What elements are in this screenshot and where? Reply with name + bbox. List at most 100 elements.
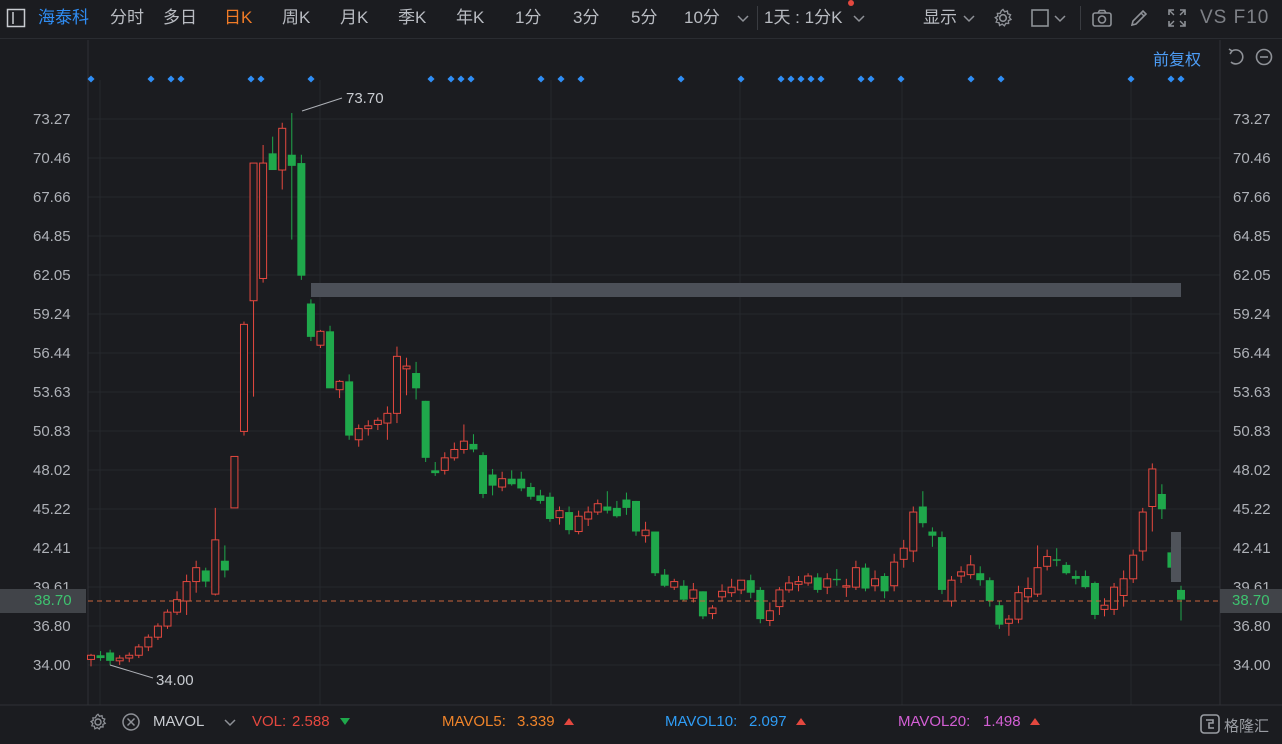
- event-marker[interactable]: [787, 75, 795, 83]
- event-marker[interactable]: [247, 75, 255, 83]
- candle[interactable]: [354, 424, 363, 447]
- candle[interactable]: [947, 576, 956, 607]
- candle[interactable]: [1024, 577, 1033, 603]
- chevron-down-icon[interactable]: [222, 715, 238, 731]
- candle[interactable]: [1062, 562, 1071, 575]
- event-marker[interactable]: [1177, 75, 1185, 83]
- candle[interactable]: [794, 576, 803, 592]
- event-marker[interactable]: [797, 75, 805, 83]
- candle[interactable]: [1033, 545, 1042, 597]
- candle[interactable]: [909, 506, 918, 563]
- candle[interactable]: [459, 424, 468, 454]
- candle[interactable]: [115, 655, 124, 665]
- candle[interactable]: [392, 346, 401, 424]
- candle[interactable]: [918, 491, 927, 528]
- candle[interactable]: [383, 406, 392, 440]
- candle[interactable]: [106, 649, 115, 665]
- candle[interactable]: [297, 154, 306, 280]
- candle[interactable]: [851, 560, 860, 590]
- resistance-band[interactable]: [311, 283, 1181, 297]
- event-marker[interactable]: [997, 75, 1005, 83]
- candle[interactable]: [957, 566, 966, 583]
- candle[interactable]: [1081, 570, 1090, 589]
- candle[interactable]: [249, 162, 258, 397]
- candle[interactable]: [698, 591, 707, 620]
- candle[interactable]: [421, 400, 430, 463]
- candle[interactable]: [373, 417, 382, 431]
- event-marker[interactable]: [897, 75, 905, 83]
- candle[interactable]: [842, 578, 851, 597]
- candle[interactable]: [259, 145, 268, 283]
- candle[interactable]: [861, 563, 870, 592]
- event-marker[interactable]: [537, 75, 545, 83]
- candle[interactable]: [479, 452, 488, 499]
- event-marker[interactable]: [467, 75, 475, 83]
- event-marker[interactable]: [147, 75, 155, 83]
- candle[interactable]: [565, 506, 574, 535]
- candle[interactable]: [1090, 581, 1099, 620]
- candle[interactable]: [507, 470, 516, 486]
- candle[interactable]: [517, 471, 526, 492]
- candle[interactable]: [823, 573, 832, 595]
- candle[interactable]: [708, 605, 717, 620]
- adjust-mode-button[interactable]: 前复权: [1153, 46, 1201, 70]
- event-marker[interactable]: [87, 75, 95, 83]
- candle[interactable]: [612, 500, 621, 518]
- candle[interactable]: [928, 527, 937, 547]
- event-marker[interactable]: [257, 75, 265, 83]
- candle[interactable]: [96, 651, 105, 661]
- candle[interactable]: [679, 580, 688, 602]
- candle[interactable]: [201, 567, 210, 588]
- candle[interactable]: [832, 569, 841, 586]
- candle[interactable]: [1177, 585, 1185, 621]
- candle[interactable]: [412, 361, 421, 400]
- candle[interactable]: [345, 374, 354, 440]
- candle[interactable]: [1110, 582, 1119, 615]
- candle[interactable]: [268, 136, 277, 171]
- candle[interactable]: [641, 521, 650, 543]
- kline-chart[interactable]: 73.27 70.46 67.66 64.85 62.05 59.24 56.44 53.63…: [0, 0, 1282, 744]
- candle[interactable]: [1148, 463, 1157, 532]
- candle[interactable]: [545, 492, 554, 522]
- candle[interactable]: [871, 570, 880, 592]
- candle[interactable]: [804, 573, 813, 586]
- candle[interactable]: [976, 566, 985, 586]
- candle[interactable]: [880, 573, 889, 599]
- candle[interactable]: [746, 574, 755, 599]
- candle[interactable]: [1043, 549, 1052, 571]
- candle[interactable]: [670, 578, 679, 590]
- candle[interactable]: [364, 420, 373, 436]
- candle[interactable]: [1004, 614, 1013, 636]
- candle[interactable]: [134, 644, 143, 659]
- event-marker[interactable]: [427, 75, 435, 83]
- candle[interactable]: [182, 574, 191, 615]
- candle[interactable]: [660, 569, 669, 588]
- candle[interactable]: [239, 321, 248, 436]
- event-marker[interactable]: [857, 75, 865, 83]
- candle[interactable]: [440, 452, 449, 475]
- candle[interactable]: [574, 510, 583, 535]
- candle[interactable]: [144, 634, 153, 652]
- event-marker[interactable]: [177, 75, 185, 83]
- event-marker[interactable]: [817, 75, 825, 83]
- candle[interactable]: [603, 491, 612, 514]
- candle[interactable]: [784, 576, 793, 593]
- candle[interactable]: [125, 652, 134, 663]
- candle[interactable]: [450, 442, 459, 461]
- minus-circle-icon[interactable]: [1254, 47, 1274, 67]
- event-marker[interactable]: [677, 75, 685, 83]
- candle[interactable]: [335, 379, 344, 399]
- close-icon[interactable]: [121, 712, 141, 732]
- indicator-name[interactable]: MAVOL: [153, 713, 204, 730]
- candle[interactable]: [306, 299, 315, 342]
- candle[interactable]: [498, 471, 507, 492]
- undo-icon[interactable]: [1226, 47, 1246, 67]
- candle[interactable]: [431, 462, 440, 476]
- candle[interactable]: [163, 609, 172, 629]
- candle[interactable]: [153, 623, 162, 640]
- candle[interactable]: [689, 582, 698, 603]
- event-marker[interactable]: [737, 75, 745, 83]
- candle[interactable]: [899, 539, 908, 568]
- candle[interactable]: [1052, 548, 1061, 567]
- candle[interactable]: [1014, 585, 1023, 624]
